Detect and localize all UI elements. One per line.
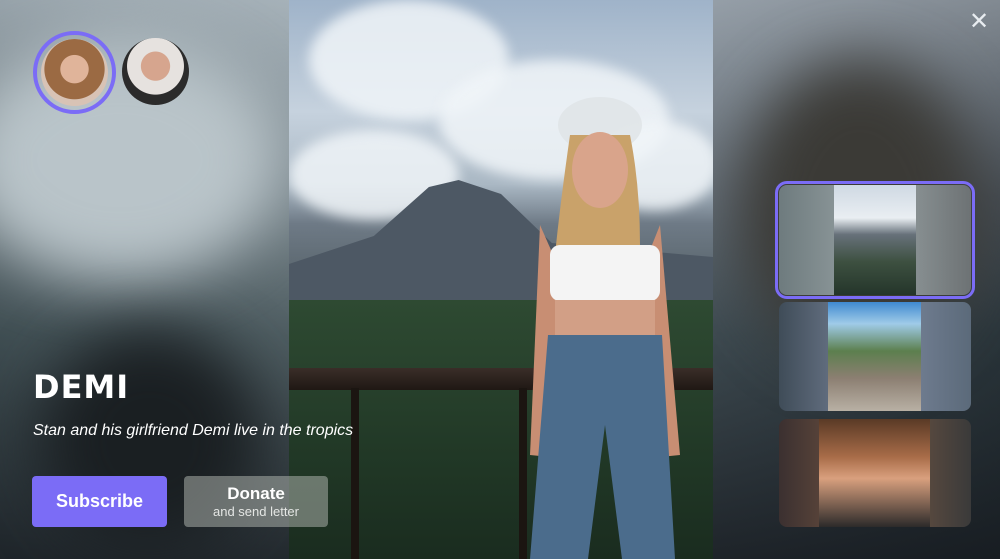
avatar-stan[interactable] bbox=[122, 38, 189, 105]
thumbnail-image bbox=[819, 419, 930, 527]
avatar-demi[interactable] bbox=[33, 31, 116, 114]
railing-post bbox=[351, 388, 359, 559]
profile-description: Stan and his girlfriend Demi live in the… bbox=[33, 422, 354, 439]
subscribe-button[interactable]: Subscribe bbox=[32, 476, 167, 527]
thumbnail-1[interactable] bbox=[775, 181, 975, 299]
donate-button[interactable]: Donate and send letter bbox=[184, 476, 328, 527]
close-icon[interactable]: ✕ bbox=[966, 8, 992, 34]
donate-sublabel: and send letter bbox=[212, 503, 299, 519]
woman-figure bbox=[530, 97, 680, 559]
avatar-demi-image bbox=[41, 39, 108, 106]
thumbnail-image bbox=[828, 302, 921, 411]
profile-name: DEMI bbox=[33, 368, 130, 406]
thumbnail-2[interactable] bbox=[779, 302, 971, 411]
thumbnail-3[interactable] bbox=[779, 419, 971, 527]
thumbnail-image bbox=[834, 185, 916, 295]
donate-label: Donate bbox=[227, 483, 285, 503]
